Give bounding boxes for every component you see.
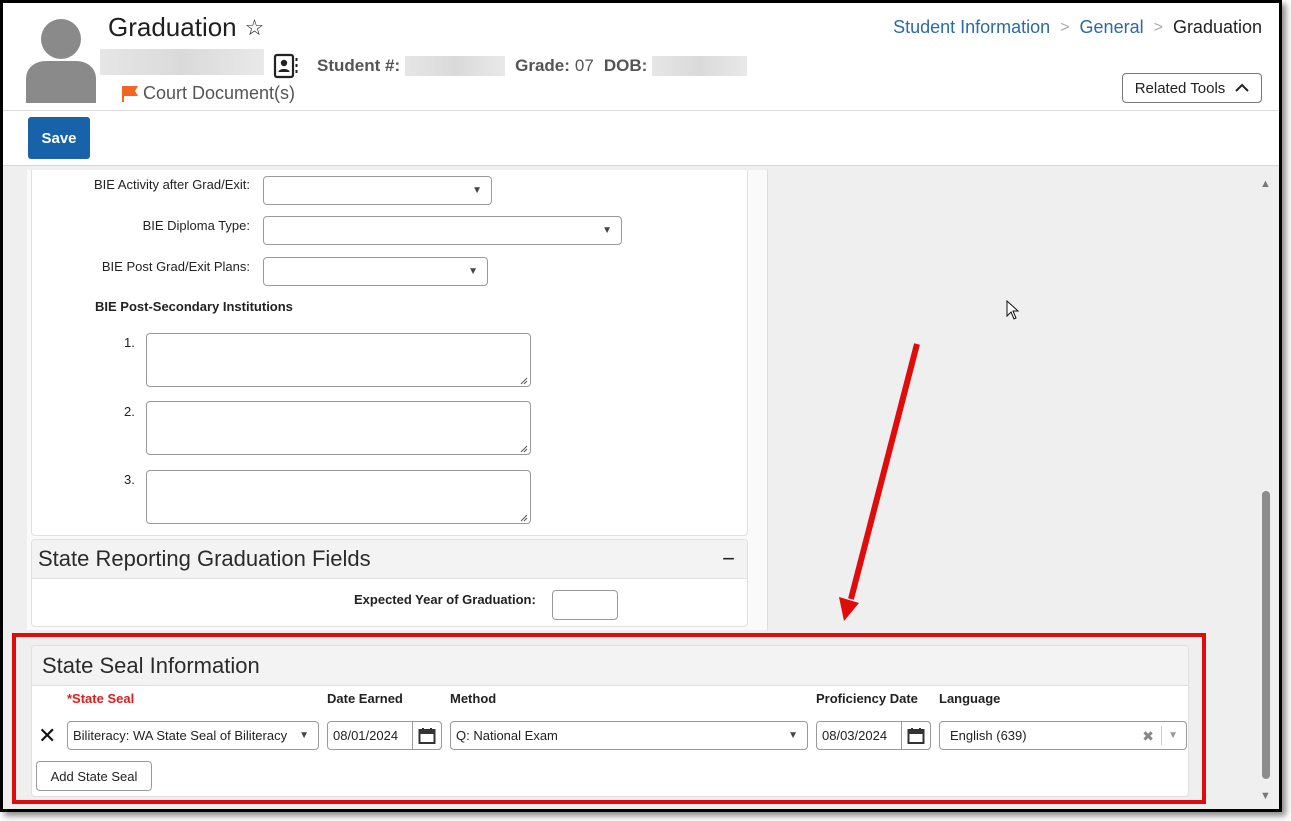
- institution-textarea-1[interactable]: [146, 333, 531, 387]
- dropdown-arrow-icon: ▼: [468, 266, 478, 277]
- institution-number: 1.: [124, 335, 135, 350]
- date-earned-value: 08/01/2024: [333, 728, 399, 743]
- calendar-button[interactable]: [901, 721, 931, 750]
- main-content: BIE Activity after Grad/Exit: ▼ BIE Dipl…: [3, 167, 1263, 809]
- calendar-icon: [907, 727, 925, 744]
- page-header: Graduation ☆ Student #: Grade: 07 DOB: C…: [3, 3, 1279, 111]
- breadcrumb-chevron-icon: >: [1060, 18, 1070, 36]
- save-button[interactable]: Save: [28, 117, 90, 159]
- dropdown-arrow-icon: ▼: [788, 730, 798, 741]
- state-seal-panel: State Seal Information *State Seal Date …: [31, 645, 1189, 797]
- dropdown-arrow-icon: ▼: [472, 185, 482, 196]
- proficiency-date-input[interactable]: 08/03/2024: [816, 721, 931, 750]
- resize-grip-icon[interactable]: [519, 513, 528, 522]
- page-title: Graduation ☆: [108, 12, 264, 43]
- bie-fields-panel: BIE Activity after Grad/Exit: ▼ BIE Dipl…: [31, 170, 748, 536]
- related-tools-button[interactable]: Related Tools: [1122, 73, 1262, 103]
- method-value: Q: National Exam: [456, 728, 558, 743]
- state-reporting-panel: State Reporting Graduation Fields − Expe…: [31, 539, 748, 627]
- scroll-up-arrow-icon[interactable]: ▲: [1260, 178, 1271, 190]
- bie-institutions-heading: BIE Post-Secondary Institutions: [95, 299, 293, 314]
- column-state-seal: *State Seal: [67, 691, 135, 706]
- add-state-seal-button[interactable]: Add State Seal: [36, 761, 152, 791]
- breadcrumb-student-information[interactable]: Student Information: [893, 17, 1050, 38]
- institution-textarea-3[interactable]: [146, 470, 531, 524]
- student-info-line: Student #: Grade: 07 DOB:: [273, 53, 748, 79]
- bie-diploma-type-label: BIE Diploma Type:: [142, 218, 250, 233]
- state-seal-value: Biliteracy: WA State Seal of Biliteracy: [73, 728, 288, 743]
- institution-number: 2.: [124, 404, 135, 419]
- court-documents-link[interactable]: Court Document(s): [121, 83, 295, 104]
- clear-x-icon[interactable]: ✖: [1142, 728, 1154, 745]
- student-number-label: Student #:: [317, 56, 401, 75]
- flag-icon: [122, 85, 138, 102]
- favorite-star-icon[interactable]: ☆: [245, 15, 265, 41]
- column-date-earned: Date Earned: [327, 691, 403, 706]
- court-documents-label: Court Document(s): [143, 83, 296, 103]
- related-tools-label: Related Tools: [1134, 79, 1226, 97]
- dob-label: DOB:: [603, 56, 648, 75]
- state-reporting-header[interactable]: State Reporting Graduation Fields −: [32, 540, 747, 579]
- grade-value: 07: [574, 56, 594, 75]
- resize-grip-icon[interactable]: [519, 444, 528, 453]
- scroll-down-arrow-icon[interactable]: ▼: [1260, 790, 1271, 802]
- dropdown-arrow-icon: ▼: [602, 225, 612, 236]
- language-select[interactable]: English (639) ✖ ▼: [939, 721, 1187, 750]
- redacted-student-number: [405, 56, 506, 76]
- state-seal-header: State Seal Information: [32, 646, 1188, 686]
- date-earned-input[interactable]: 08/01/2024: [327, 721, 442, 750]
- vertical-scrollbar[interactable]: ▲ ▼: [1259, 173, 1273, 803]
- bie-post-grad-plans-label: BIE Post Grad/Exit Plans:: [101, 259, 250, 274]
- method-select[interactable]: Q: National Exam ▼: [450, 721, 808, 750]
- dropdown-arrow-icon: ▼: [299, 730, 309, 741]
- grade-label: Grade:: [515, 56, 570, 75]
- dropdown-arrow-icon[interactable]: ▼: [1168, 730, 1178, 741]
- app-window: Graduation ☆ Student #: Grade: 07 DOB: C…: [0, 0, 1282, 812]
- collapse-minus-icon[interactable]: −: [722, 546, 735, 572]
- bie-diploma-type-select[interactable]: ▼: [263, 216, 622, 245]
- language-value: English (639): [950, 728, 1027, 743]
- breadcrumb: Student Information > General > Graduati…: [893, 17, 1262, 38]
- column-language: Language: [939, 691, 1001, 706]
- calendar-icon: [418, 727, 436, 744]
- mouse-cursor-icon: [1006, 300, 1020, 320]
- bie-activity-label: BIE Activity after Grad/Exit:: [93, 177, 250, 192]
- expected-year-label: Expected Year of Graduation:: [354, 592, 536, 607]
- scrollbar-thumb[interactable]: [1262, 491, 1270, 779]
- page-title-text: Graduation: [108, 12, 237, 42]
- divider: [1161, 726, 1162, 745]
- chevron-up-icon: [1235, 83, 1250, 92]
- expected-year-input[interactable]: [552, 590, 618, 620]
- resize-grip-icon[interactable]: [519, 376, 528, 385]
- state-seal-select[interactable]: Biliteracy: WA State Seal of Biliteracy …: [67, 721, 319, 750]
- state-reporting-title: State Reporting Graduation Fields: [38, 546, 371, 571]
- state-seal-title: State Seal Information: [42, 652, 260, 678]
- breadcrumb-graduation: Graduation: [1172, 17, 1262, 37]
- column-method: Method: [450, 691, 497, 706]
- action-toolbar: Save: [3, 111, 1279, 166]
- breadcrumb-general[interactable]: General: [1080, 17, 1144, 38]
- redacted-dob: [652, 56, 748, 76]
- breadcrumb-chevron-icon: >: [1153, 18, 1163, 36]
- redacted-student-name: [100, 49, 264, 75]
- column-proficiency-date: Proficiency Date: [816, 691, 918, 706]
- institution-textarea-2[interactable]: [146, 401, 531, 455]
- student-avatar-icon: [26, 19, 96, 103]
- student-contact-card-icon[interactable]: [273, 53, 299, 79]
- institution-number: 3.: [124, 472, 135, 487]
- calendar-button[interactable]: [412, 721, 442, 750]
- annotation-highlight-box: State Seal Information *State Seal Date …: [12, 633, 1206, 804]
- remove-row-x-icon[interactable]: ✕: [38, 723, 56, 749]
- bie-post-grad-plans-select[interactable]: ▼: [263, 257, 488, 286]
- proficiency-date-value: 08/03/2024: [822, 728, 888, 743]
- bie-activity-select[interactable]: ▼: [263, 176, 492, 205]
